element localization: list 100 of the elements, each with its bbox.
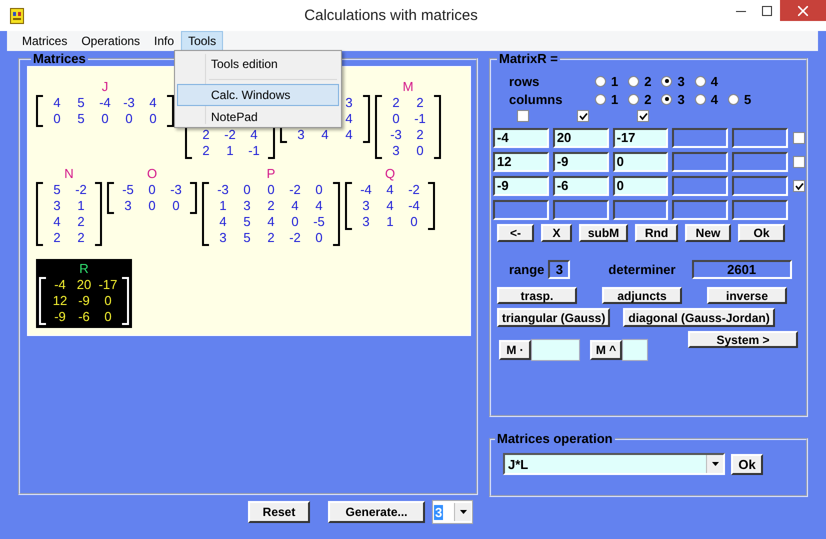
matrix-value: 2 (201, 143, 211, 159)
matrix-input[interactable]: -4 (493, 128, 549, 148)
matrix-input[interactable] (672, 176, 728, 196)
matrix-input[interactable] (552, 200, 609, 220)
matrix-value: 0 (148, 111, 158, 127)
close-icon[interactable] (780, 0, 826, 21)
matrix-value: -9 (77, 293, 91, 309)
method-button[interactable]: triangular (Gauss) (497, 308, 610, 327)
radio-button[interactable] (694, 94, 706, 104)
matrix-value: 4 (344, 111, 354, 127)
checkbox[interactable] (793, 180, 806, 192)
matrix-input[interactable] (493, 200, 549, 220)
radio-button[interactable] (628, 94, 640, 104)
determiner-value: 2601 (692, 260, 792, 279)
method-button[interactable]: diagonal (Gauss-Jordan) (623, 308, 775, 327)
radio-button[interactable] (728, 94, 739, 104)
matrix-value: 0 (266, 182, 276, 198)
system-button[interactable]: System > (688, 331, 798, 348)
checkbox[interactable] (577, 110, 589, 122)
right-bracket (190, 182, 197, 214)
left-bracket (375, 95, 382, 159)
matrix-value: -3 (122, 95, 136, 111)
matrix-input[interactable]: 0 (612, 176, 668, 196)
menu-item[interactable]: Matrices (15, 31, 74, 51)
matrix-input[interactable]: 20 (552, 128, 609, 148)
matrix-input[interactable]: -17 (612, 128, 668, 148)
radio-label: 1 (611, 74, 618, 88)
edit-button[interactable]: subM (579, 224, 628, 242)
edit-button[interactable]: X (541, 224, 572, 242)
matrix-name: Q (384, 166, 396, 181)
radio-label: 1 (611, 92, 618, 106)
matrix-input[interactable] (732, 200, 788, 220)
radio-button[interactable] (595, 94, 606, 104)
exponent-field[interactable] (622, 339, 648, 361)
matrix-input[interactable] (612, 200, 668, 220)
matrix-input[interactable]: 0 (612, 152, 668, 172)
matrix-value: 4 (320, 127, 330, 143)
menu-item[interactable]: Tools edition (177, 53, 339, 75)
matrix-value: 0 (147, 182, 157, 198)
range-label: range (509, 262, 544, 277)
matrix-value: 1 (225, 143, 235, 159)
checkbox[interactable] (793, 156, 806, 168)
transform-button[interactable]: adjuncts (602, 287, 682, 304)
matrix-input[interactable]: -6 (552, 176, 609, 196)
matrix-value: 4 (148, 95, 158, 111)
edit-button[interactable]: Rnd (635, 224, 678, 242)
matrix-input[interactable] (672, 152, 728, 172)
matrix-input[interactable] (732, 176, 788, 196)
matrix-value: -9 (53, 309, 67, 325)
menu-item[interactable]: Calc. Windows (177, 84, 339, 106)
matrix-input[interactable] (672, 200, 728, 220)
transform-button[interactable]: trasp. (497, 287, 577, 304)
matrix-value: 3 (361, 198, 371, 214)
ok-button[interactable]: Ok (731, 454, 763, 474)
menu-item[interactable]: Tools (181, 31, 224, 51)
multiplier-field[interactable] (531, 339, 580, 361)
transform-button[interactable]: inverse (707, 287, 787, 304)
dimension-label: rows (509, 74, 540, 88)
matrix-value: 1 (218, 198, 228, 214)
matrix-value: 0 (52, 111, 62, 127)
matrix-name: N (64, 166, 74, 181)
generate-button[interactable]: Generate... (328, 501, 425, 523)
matrix-value: 0 (314, 182, 324, 198)
menu-item[interactable]: NotePad (177, 106, 339, 128)
range-value: 3 (548, 260, 570, 279)
right-bracket (363, 95, 370, 143)
power-button[interactable]: M ^ (590, 340, 622, 360)
matrix-value: 4 (290, 198, 300, 214)
edit-button[interactable]: Ok (738, 224, 785, 242)
matrix-value: -4 (53, 277, 67, 293)
matrix-value: 4 (385, 198, 395, 214)
determiner-label: determiner (608, 262, 676, 277)
menu-item[interactable]: Info (147, 31, 182, 51)
radio-button[interactable] (595, 76, 606, 86)
radio-button[interactable] (628, 76, 640, 86)
matrix-value: -4 (407, 198, 421, 214)
operation-dropdown[interactable]: J*L (503, 453, 725, 475)
matrix-input[interactable] (732, 152, 788, 172)
matrix-value: 0 (409, 214, 419, 230)
matrix-input[interactable]: -9 (493, 176, 549, 196)
radio-button[interactable] (661, 76, 672, 86)
menu-item[interactable]: Operations (74, 31, 148, 51)
matrix-input[interactable] (672, 128, 728, 148)
matrix-value: 3 (218, 230, 228, 246)
right-bracket (428, 182, 435, 230)
radio-button[interactable] (661, 94, 672, 104)
radio-button[interactable] (694, 76, 706, 86)
matrix-input[interactable]: -9 (552, 152, 609, 172)
matrix-value: 2 (266, 230, 276, 246)
matrix-input[interactable]: 12 (493, 152, 549, 172)
matrix-value: 5 (52, 182, 62, 198)
matrix-input[interactable] (732, 128, 788, 148)
edit-button[interactable]: <- (497, 224, 534, 242)
multiply-button[interactable]: M · (499, 340, 531, 360)
checkbox[interactable] (793, 132, 806, 144)
edit-button[interactable]: New (685, 224, 731, 242)
checkbox[interactable] (637, 110, 649, 122)
checkbox[interactable] (517, 110, 529, 122)
matrix-value: 0 (242, 182, 252, 198)
reset-button[interactable]: Reset (248, 501, 310, 523)
